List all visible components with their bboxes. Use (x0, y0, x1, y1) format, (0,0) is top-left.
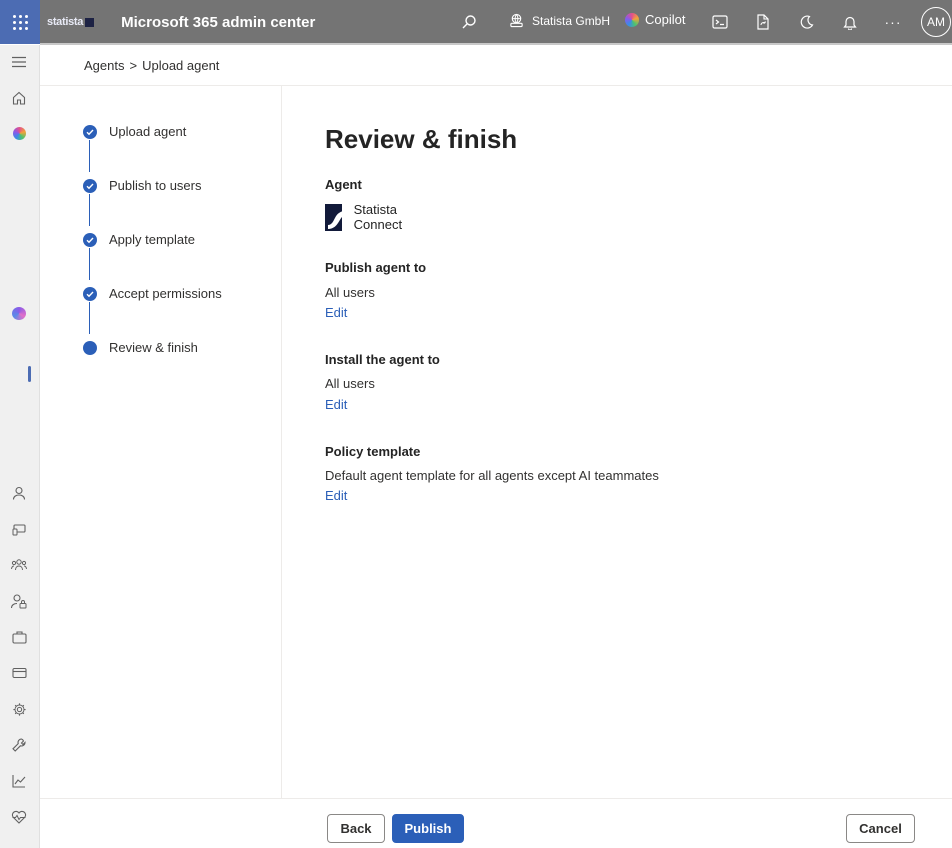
nav-users[interactable] (10, 484, 28, 502)
moon-icon (800, 15, 814, 29)
document-sync-button[interactable] (753, 12, 773, 32)
copilot-label: Copilot (645, 12, 686, 27)
step-connector (89, 302, 90, 334)
step-review-finish: Review & finish (83, 340, 198, 355)
copilot-button[interactable]: Copilot (625, 12, 685, 27)
organization-icon (510, 13, 523, 28)
app-title[interactable]: Microsoft 365 admin center (121, 14, 315, 31)
nav-menu-button[interactable] (10, 53, 28, 71)
devices-icon (12, 523, 26, 535)
agent-heading: Agent (325, 177, 362, 192)
nav-devices[interactable] (10, 520, 28, 538)
gear-icon (12, 702, 26, 716)
org-name: Statista GmbH (532, 13, 611, 28)
hamburger-icon (12, 56, 26, 68)
nav-setup[interactable] (10, 736, 28, 754)
breadcrumb-separator: > (129, 58, 138, 73)
current-step-dot-icon (83, 340, 97, 355)
install-value: All users (325, 376, 375, 391)
notifications-button[interactable] (840, 12, 860, 32)
step-label: Review & finish (109, 340, 198, 355)
footer-divider (40, 798, 952, 799)
chart-line-icon (12, 775, 26, 788)
credit-card-icon (11, 667, 27, 679)
search-icon (462, 15, 476, 29)
edit-publish-link[interactable]: Edit (325, 305, 347, 320)
terminal-button[interactable] (710, 12, 730, 32)
step-label: Apply template (109, 232, 195, 247)
brand-mark-icon (85, 17, 95, 27)
checkmark-icon (83, 178, 97, 193)
copilot-icon (12, 126, 26, 140)
waffle-icon (12, 14, 28, 30)
briefcase-icon (11, 631, 27, 644)
terminal-icon (712, 15, 728, 29)
step-connector (89, 248, 90, 280)
checkmark-icon (83, 286, 97, 301)
person-lock-icon (11, 593, 27, 608)
nav-teams-groups[interactable] (10, 556, 28, 574)
agent-name: Statista Connect (353, 202, 403, 232)
people-team-icon (11, 559, 27, 571)
nav-settings[interactable] (10, 700, 28, 718)
document-sync-icon (757, 14, 769, 30)
breadcrumb: Agents > Upload agent (84, 58, 219, 73)
policy-heading: Policy template (325, 444, 421, 459)
heart-pulse-icon (11, 810, 27, 824)
cancel-button[interactable]: Cancel (846, 814, 915, 843)
checkmark-icon (83, 124, 97, 139)
dark-mode-button[interactable] (797, 12, 817, 32)
install-heading: Install the agent to (325, 352, 440, 367)
breadcrumb-agents-link[interactable]: Agents (84, 58, 124, 73)
back-button[interactable]: Back (327, 814, 385, 843)
brand-logo[interactable]: statista (47, 16, 95, 28)
home-icon (12, 91, 26, 105)
app-launcher-button[interactable] (0, 0, 40, 44)
step-upload-agent[interactable]: Upload agent (83, 124, 186, 139)
nav-copilot[interactable] (10, 124, 28, 142)
step-connector (89, 140, 90, 172)
brand-text: statista (47, 16, 84, 28)
nav-agents[interactable] (10, 304, 28, 322)
bell-icon (843, 16, 857, 30)
nav-roles[interactable] (10, 592, 28, 610)
breadcrumb-current: Upload agent (142, 58, 220, 73)
step-accept-permissions[interactable]: Accept permissions (83, 286, 222, 301)
nav-rail (0, 45, 40, 848)
statista-logo-icon (325, 203, 342, 231)
policy-value: Default agent template for all agents ex… (325, 468, 659, 483)
nav-marketplace[interactable] (10, 628, 28, 646)
publish-value: All users (325, 285, 375, 300)
step-publish-to-users[interactable]: Publish to users (83, 178, 202, 193)
step-label: Publish to users (109, 178, 202, 193)
nav-selected-indicator (28, 366, 31, 382)
agents-icon (12, 306, 26, 320)
copilot-icon (625, 12, 639, 27)
nav-billing[interactable] (10, 664, 28, 682)
wrench-icon (12, 738, 26, 752)
step-label: Upload agent (109, 124, 187, 139)
publish-heading: Publish agent to (325, 260, 427, 275)
nav-home[interactable] (10, 89, 28, 107)
checkmark-icon (83, 232, 97, 247)
edit-policy-link[interactable]: Edit (325, 488, 347, 503)
edit-install-link[interactable]: Edit (325, 397, 347, 412)
nav-health[interactable] (10, 808, 28, 826)
search-button[interactable] (459, 12, 479, 32)
step-apply-template[interactable]: Apply template (83, 232, 195, 247)
more-options-button[interactable]: ··· (883, 12, 903, 32)
publish-button[interactable]: Publish (392, 814, 464, 843)
nav-reports[interactable] (10, 772, 28, 790)
org-switcher[interactable]: Statista GmbH (509, 13, 610, 28)
wizard-stepper: Upload agent Publish to users Apply temp… (40, 86, 282, 798)
top-bar: statista Microsoft 365 admin center Stat… (0, 0, 952, 44)
step-connector (89, 194, 90, 226)
agent-summary: Statista Connect (325, 202, 412, 232)
step-label: Accept permissions (109, 286, 222, 301)
topbar-divider (40, 43, 952, 45)
page-title: Review & finish (325, 124, 518, 154)
avatar[interactable]: AM (921, 7, 951, 37)
person-icon (12, 486, 26, 500)
